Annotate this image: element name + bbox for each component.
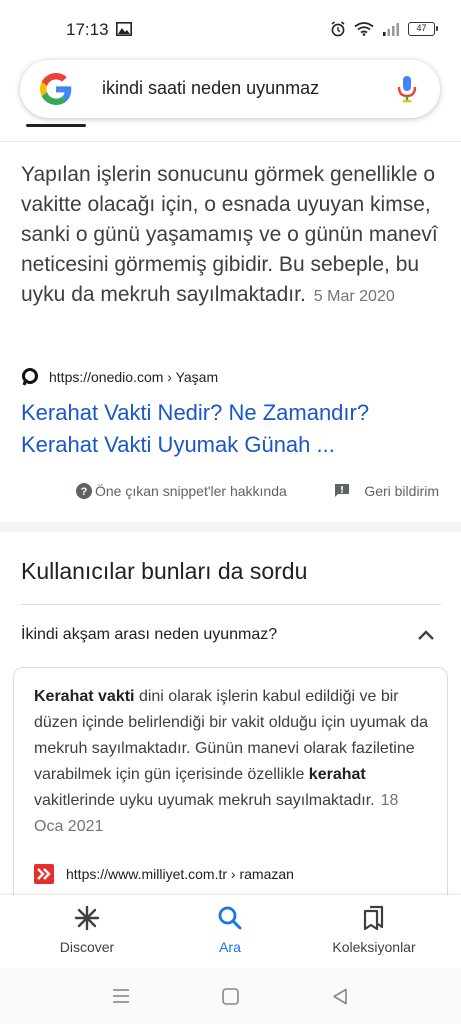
asterisk-icon [74,905,100,931]
help-icon: ? [76,483,92,499]
answer-source[interactable]: https://www.milliyet.com.tr › ramazan [34,864,294,884]
snippet-source[interactable]: https://onedio.com › Yaşam [21,368,218,386]
chevron-up-icon[interactable] [417,628,435,642]
paa-answer-text: Kerahat vakti dini olarak işlerin kabul … [34,684,429,840]
about-snippets-link[interactable]: ? Öne çıkan snippet'ler hakkında [76,483,287,499]
feedback-icon [335,484,350,497]
battery-icon: 47 [408,22,438,36]
tab-divider [0,141,461,142]
snippet-source-url[interactable]: https://onedio.com › Yaşam [49,369,218,385]
section-separator [0,522,461,532]
snippet-body: Yapılan işlerin sonucunu görmek genellik… [21,163,438,306]
featured-snippet-text: Yapılan işlerin sonucunu görmek genellik… [21,160,441,312]
paa-question[interactable]: İkindi akşam arası neden uyunmaz? [21,626,277,644]
nav-collections-label[interactable]: Koleksiyonlar [309,939,439,955]
menu-icon[interactable] [112,988,130,1004]
milliyet-favicon-icon [34,864,54,884]
onedio-favicon-icon [22,368,38,386]
wifi-icon [354,22,374,36]
feedback-label[interactable]: Geri bildirim [364,483,439,499]
search-icon [218,906,242,930]
collections-icon [363,905,384,931]
svg-text:?: ? [81,486,88,498]
bottom-navigation: Discover Ara Koleksiyonlar [0,895,461,968]
feedback-button[interactable]: Geri bildirim [334,483,439,499]
status-icons: 47 [330,21,438,37]
answer-bold-2: kerahat [308,766,366,783]
nav-collections[interactable]: Koleksiyonlar [309,905,439,965]
answer-bold-1: Kerahat vakti [34,688,135,705]
nav-discover-label[interactable]: Discover [22,939,152,955]
about-snippets-label[interactable]: Öne çıkan snippet'ler hakkında [95,483,287,499]
google-g-logo[interactable] [40,73,72,105]
nav-discover[interactable]: Discover [22,905,152,965]
home-icon[interactable] [222,988,239,1005]
snippet-result-link[interactable]: Kerahat Vakti Nedir? Ne Zamandır? Keraha… [21,397,441,461]
divider [21,604,441,605]
answer-text-2: vakitlerinde uyku uyumak mekruh sayılmak… [34,792,375,809]
snippet-footer: ? Öne çıkan snippet'ler hakkında Geri bi… [0,483,461,503]
alarm-icon [331,21,345,37]
active-tab-indicator [26,124,86,127]
paa-answer-card: Kerahat vakti dini olarak işlerin kabul … [13,667,448,917]
nav-search-label[interactable]: Ara [165,939,295,955]
search-box[interactable]: ikindi saati neden uyunmaz [20,60,440,118]
search-input[interactable]: ikindi saati neden uyunmaz [102,78,319,99]
back-icon[interactable] [332,988,348,1005]
answer-source-url[interactable]: https://www.milliyet.com.tr › ramazan [66,866,294,882]
status-bar: 17:13 47 [0,0,461,58]
nav-search[interactable]: Ara [165,905,295,965]
image-icon [116,22,132,36]
signal-icon [383,23,399,36]
snippet-date: 5 Mar 2020 [313,288,395,305]
system-navigation-bar [0,968,461,1024]
status-time: 17:13 [66,20,109,39]
mic-icon[interactable] [396,74,418,104]
paa-question-row[interactable]: İkindi akşam arası neden uyunmaz? [21,618,441,654]
people-also-ask-title: Kullanıcılar bunları da sordu [21,558,308,584]
